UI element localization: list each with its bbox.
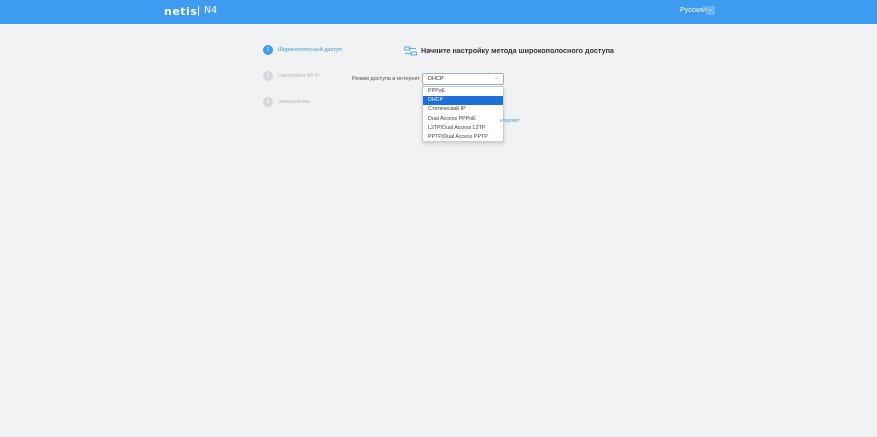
step-number: 2 [263, 71, 273, 81]
language-selector-label[interactable]: Русский [680, 7, 706, 14]
connection-icon [404, 46, 417, 56]
access-mode-label: Режим доступа в интернет [352, 76, 420, 82]
top-bar: netis N4 Русский ⌄ [0, 0, 877, 24]
brand-logo: netis [164, 5, 198, 18]
model-name: N4 [204, 5, 218, 16]
step-number: 1 [263, 45, 273, 55]
language-dropdown-button[interactable]: ⌄ [706, 6, 715, 15]
internet-link[interactable]: нтернет [500, 118, 520, 124]
step-finish: 3 Завершение [263, 97, 310, 107]
access-mode-select[interactable]: DHCP ⌵ [422, 73, 504, 85]
access-mode-value: DHCP [428, 76, 444, 82]
step-label: Настройка Wi-Fi [278, 73, 320, 79]
page-title: Начните настройку метода широкополосного… [421, 46, 614, 55]
logo-divider [198, 6, 199, 16]
step-label: Завершение [278, 99, 310, 105]
access-mode-dropdown: PPPoE DHCP Статический IP Dual Access PP… [422, 86, 504, 142]
step-label: Широкополосный доступ [278, 47, 342, 53]
option-dual-access-pppoe[interactable]: Dual Access PPPoE [423, 115, 503, 124]
step-broadband: 1 Широкополосный доступ [263, 45, 342, 55]
step-wifi: 2 Настройка Wi-Fi [263, 71, 319, 81]
option-pptp[interactable]: PPTP/Dual Access PPTP [423, 133, 503, 142]
option-pppoe[interactable]: PPPoE [423, 87, 503, 96]
option-static-ip[interactable]: Статический IP [423, 105, 503, 114]
option-l2tp[interactable]: L2TP/Dual Access L2TP [423, 124, 503, 133]
option-dhcp[interactable]: DHCP [423, 96, 503, 106]
chevron-down-icon: ⌵ [494, 75, 499, 81]
step-number: 3 [263, 97, 273, 107]
